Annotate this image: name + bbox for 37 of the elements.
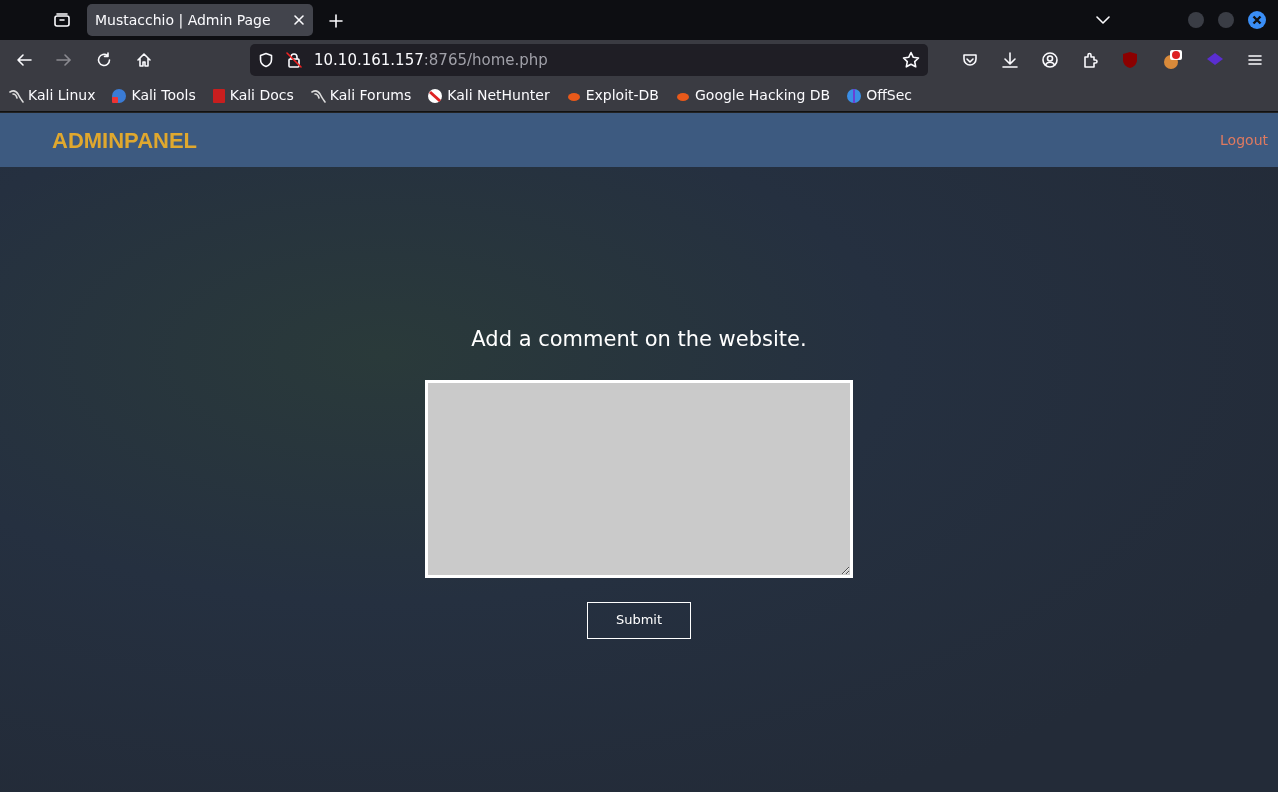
account-icon[interactable] (1042, 52, 1058, 68)
chevron-down-icon[interactable] (1096, 15, 1110, 25)
bookmark-item[interactable]: Kali Docs (211, 85, 294, 106)
offsec-logo-icon (846, 87, 863, 104)
insecure-lock-icon[interactable] (286, 52, 302, 69)
bookmark-item[interactable]: Kali Tools (111, 85, 196, 106)
shield-icon[interactable] (258, 52, 274, 68)
close-window-icon[interactable] (1248, 11, 1266, 29)
download-icon[interactable] (1002, 52, 1018, 68)
close-icon[interactable] (293, 14, 305, 26)
browser-tab[interactable]: Mustacchio | Admin Page (87, 4, 313, 36)
forward-arrow-icon[interactable] (56, 53, 72, 67)
pocket-icon[interactable] (962, 52, 978, 68)
book-icon (211, 87, 226, 104)
shield-logo-icon (427, 87, 444, 104)
url-text: 10.10.161.157:8765/home.php (314, 49, 548, 71)
address-bar[interactable]: 10.10.161.157:8765/home.php (250, 44, 928, 76)
menu-icon[interactable] (1248, 54, 1262, 66)
blocked-extension-icon[interactable] (1162, 50, 1182, 70)
bookmark-item[interactable]: Kali Forums (309, 85, 412, 106)
bookmark-item[interactable]: Google Hacking DB (675, 85, 831, 106)
back-arrow-icon[interactable] (16, 53, 32, 67)
form-heading: Add a comment on the website. (471, 326, 807, 353)
brand-title: ADMINPANEL (52, 126, 198, 155)
bookmark-item[interactable]: Kali NetHunter (427, 85, 550, 106)
tab-overview-icon[interactable] (53, 12, 71, 28)
home-icon[interactable] (136, 52, 152, 68)
submit-button[interactable]: Submit (587, 601, 691, 639)
new-tab-icon[interactable] (329, 13, 343, 28)
puzzle-piece-icon[interactable] (1082, 52, 1098, 68)
bookmark-item[interactable]: Exploit-DB (565, 85, 659, 106)
reload-icon[interactable] (96, 52, 112, 68)
bookmark-item[interactable]: OffSec (846, 85, 913, 106)
bookmark-item[interactable]: Kali Linux (8, 85, 96, 106)
bookmark-star-icon[interactable] (902, 51, 920, 70)
comment-field[interactable] (425, 379, 853, 578)
tab-title: Mustacchio | Admin Page (95, 10, 271, 31)
